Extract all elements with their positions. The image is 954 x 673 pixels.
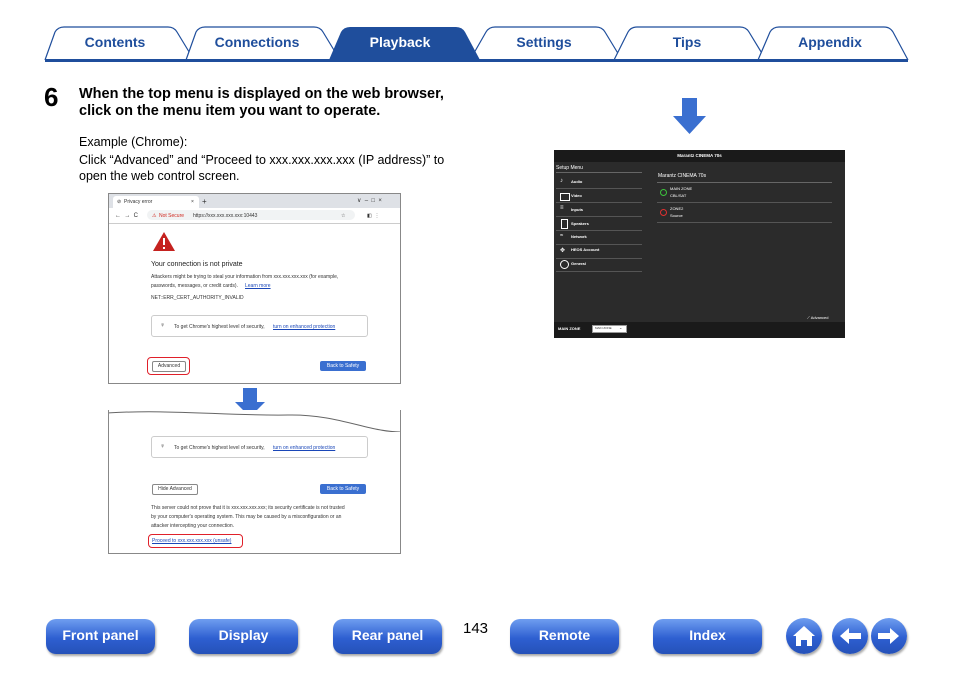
- wrench-icon: ⟋: [807, 315, 810, 320]
- url-text[interactable]: https://xxx.xxx.xxx.xxx:10443: [193, 213, 257, 219]
- speaker-icon: [561, 219, 568, 229]
- wc-menu-audio[interactable]: [556, 176, 642, 189]
- wc-menu-video-label: Video: [571, 193, 582, 198]
- wc-menu-speakers-label: Speakers: [571, 221, 589, 226]
- wc-menu-general[interactable]: [556, 259, 642, 272]
- rear-panel-button[interactable]: Rear panel: [333, 619, 442, 654]
- home-button[interactable]: [786, 618, 822, 654]
- wc-menu-network[interactable]: [556, 232, 642, 245]
- tab-bar-shapes: [44, 26, 909, 62]
- wc-menu-network-label: Network: [571, 234, 587, 239]
- error-body-line2: passwords, messages, or credit cards).: [151, 283, 238, 289]
- power-icon-main[interactable]: [660, 189, 667, 196]
- wc-setup-menu-label: Setup Menu: [556, 165, 583, 171]
- tab-playback[interactable]: Playback: [345, 34, 455, 50]
- wc-menu-heos-label: HEOS Account: [571, 247, 600, 252]
- music-note-icon: ♪: [560, 178, 563, 184]
- browser-tab-globe-icon: ⊘: [117, 199, 122, 205]
- advanced-highlight: [147, 357, 190, 375]
- instruction-text: Click “Advanced” and “Proceed to xxx.xxx…: [79, 153, 445, 183]
- wc-device-divider: [657, 182, 832, 183]
- error-code: NET::ERR_CERT_AUTHORITY_INVALID: [151, 295, 244, 301]
- danger-triangle-icon: [153, 232, 175, 251]
- wc-advanced-label: Advanced: [810, 315, 829, 320]
- wifi-icon: ≈: [560, 233, 564, 239]
- wc-advanced-link[interactable]: ⟋ Advanced: [807, 315, 829, 320]
- step-title: When the top menu is displayed on the we…: [79, 86, 444, 119]
- browser-advanced-screenshot: ♀ To get Chrome's highest level of secur…: [108, 410, 401, 554]
- proceed-highlight: [148, 534, 243, 548]
- wc-footer-zone: MAIN ZONE: [558, 326, 581, 331]
- chevron-down-icon: ⌄: [619, 325, 623, 330]
- warning-icon: ⚠: [152, 213, 157, 219]
- wc-zone-main-name: MAIN ZONE: [670, 186, 693, 191]
- back-button[interactable]: [832, 618, 868, 654]
- arrow-left-icon: [840, 628, 861, 644]
- learn-more-link[interactable]: Learn more: [245, 283, 271, 289]
- error-heading: Your connection is not private: [151, 261, 243, 268]
- inputs-icon: ≡: [560, 205, 564, 211]
- tip-text: To get Chrome's highest level of securit…: [174, 324, 265, 330]
- profile-menu-icons[interactable]: ◧ ⋮: [367, 213, 380, 219]
- tab-close-icon[interactable]: ×: [191, 199, 194, 205]
- wc-zone-main-source: CBL/SAT: [670, 193, 687, 198]
- home-icon: [793, 626, 815, 646]
- advanced-line3: attacker intercepting your connection.: [151, 523, 235, 529]
- lightbulb-icon: ♀: [160, 322, 166, 329]
- hide-advanced-button[interactable]: Hide Advanced: [152, 484, 198, 495]
- advanced-line2: by your computer's operating system. Thi…: [151, 514, 342, 520]
- wc-device-name: Marantz CINEMA 70s: [658, 173, 707, 179]
- example-label: Example (Chrome):: [79, 135, 188, 149]
- wc-title: Marantz CINEMA 70s: [677, 153, 722, 158]
- browser-warning-screenshot: ⊘ Privacy error × + ∨ – □ × ← → C ⚠ Not …: [108, 193, 401, 384]
- display-button[interactable]: Display: [189, 619, 298, 654]
- down-arrow-icon: [673, 98, 706, 134]
- toolbar-divider: [109, 223, 400, 224]
- back-to-safety-button[interactable]: Back to Safety: [320, 361, 366, 371]
- enhanced-protection-link-2[interactable]: turn on enhanced protection: [273, 445, 335, 451]
- index-button[interactable]: Index: [653, 619, 762, 654]
- monitor-icon: [560, 193, 570, 201]
- wc-zone2-name: ZONE2: [670, 206, 684, 211]
- advanced-line1: This server could not prove that it is x…: [151, 505, 345, 511]
- wc-menu-audio-label: Audio: [571, 179, 583, 184]
- browser-tab-title: Privacy error: [124, 199, 153, 205]
- wc-menu-speakers[interactable]: [556, 218, 642, 231]
- star-icon[interactable]: ☆: [341, 213, 345, 219]
- heos-icon: ✥: [560, 248, 566, 254]
- window-controls[interactable]: ∨ – □ ×: [357, 197, 382, 204]
- front-panel-button[interactable]: Front panel: [46, 619, 155, 654]
- lightbulb-icon: ♀: [160, 443, 166, 450]
- web-control-screenshot: Marantz CINEMA 70s Setup Menu ♪ Audio Vi…: [554, 150, 845, 338]
- tab-tips[interactable]: Tips: [632, 34, 742, 50]
- tab-underline: [45, 59, 908, 62]
- arrow-right-icon: [878, 628, 899, 644]
- tab-appendix[interactable]: Appendix: [775, 34, 885, 50]
- tab-connections[interactable]: Connections: [202, 34, 312, 50]
- page-number: 143: [463, 620, 489, 637]
- wc-menu-inputs-label: Inputs: [571, 207, 583, 212]
- wc-zone-select-value: MAIN ZONE: [595, 326, 612, 330]
- remote-button[interactable]: Remote: [510, 619, 619, 654]
- torn-edge: [109, 410, 400, 432]
- wc-menu-inputs[interactable]: [556, 204, 642, 217]
- nav-buttons-icons[interactable]: ← → C: [115, 213, 138, 219]
- wc-divider: [556, 172, 642, 173]
- error-body-line1: Attackers might be trying to steal your …: [151, 274, 339, 280]
- enhanced-protection-link[interactable]: turn on enhanced protection: [273, 324, 335, 330]
- power-icon-zone2[interactable]: [660, 209, 667, 216]
- back-to-safety-button-2[interactable]: Back to Safety: [320, 484, 366, 494]
- new-tab-icon[interactable]: +: [202, 197, 207, 206]
- tab-settings[interactable]: Settings: [489, 34, 599, 50]
- wc-menu-general-label: General: [571, 261, 586, 266]
- tab-contents[interactable]: Contents: [60, 34, 170, 50]
- gear-icon: [560, 260, 569, 269]
- not-secure-label[interactable]: Not Secure: [159, 213, 184, 219]
- tip-text-2: To get Chrome's highest level of securit…: [174, 445, 265, 451]
- forward-button[interactable]: [871, 618, 907, 654]
- wc-zone2-source: Source: [670, 213, 683, 218]
- step-number: 6: [44, 82, 59, 112]
